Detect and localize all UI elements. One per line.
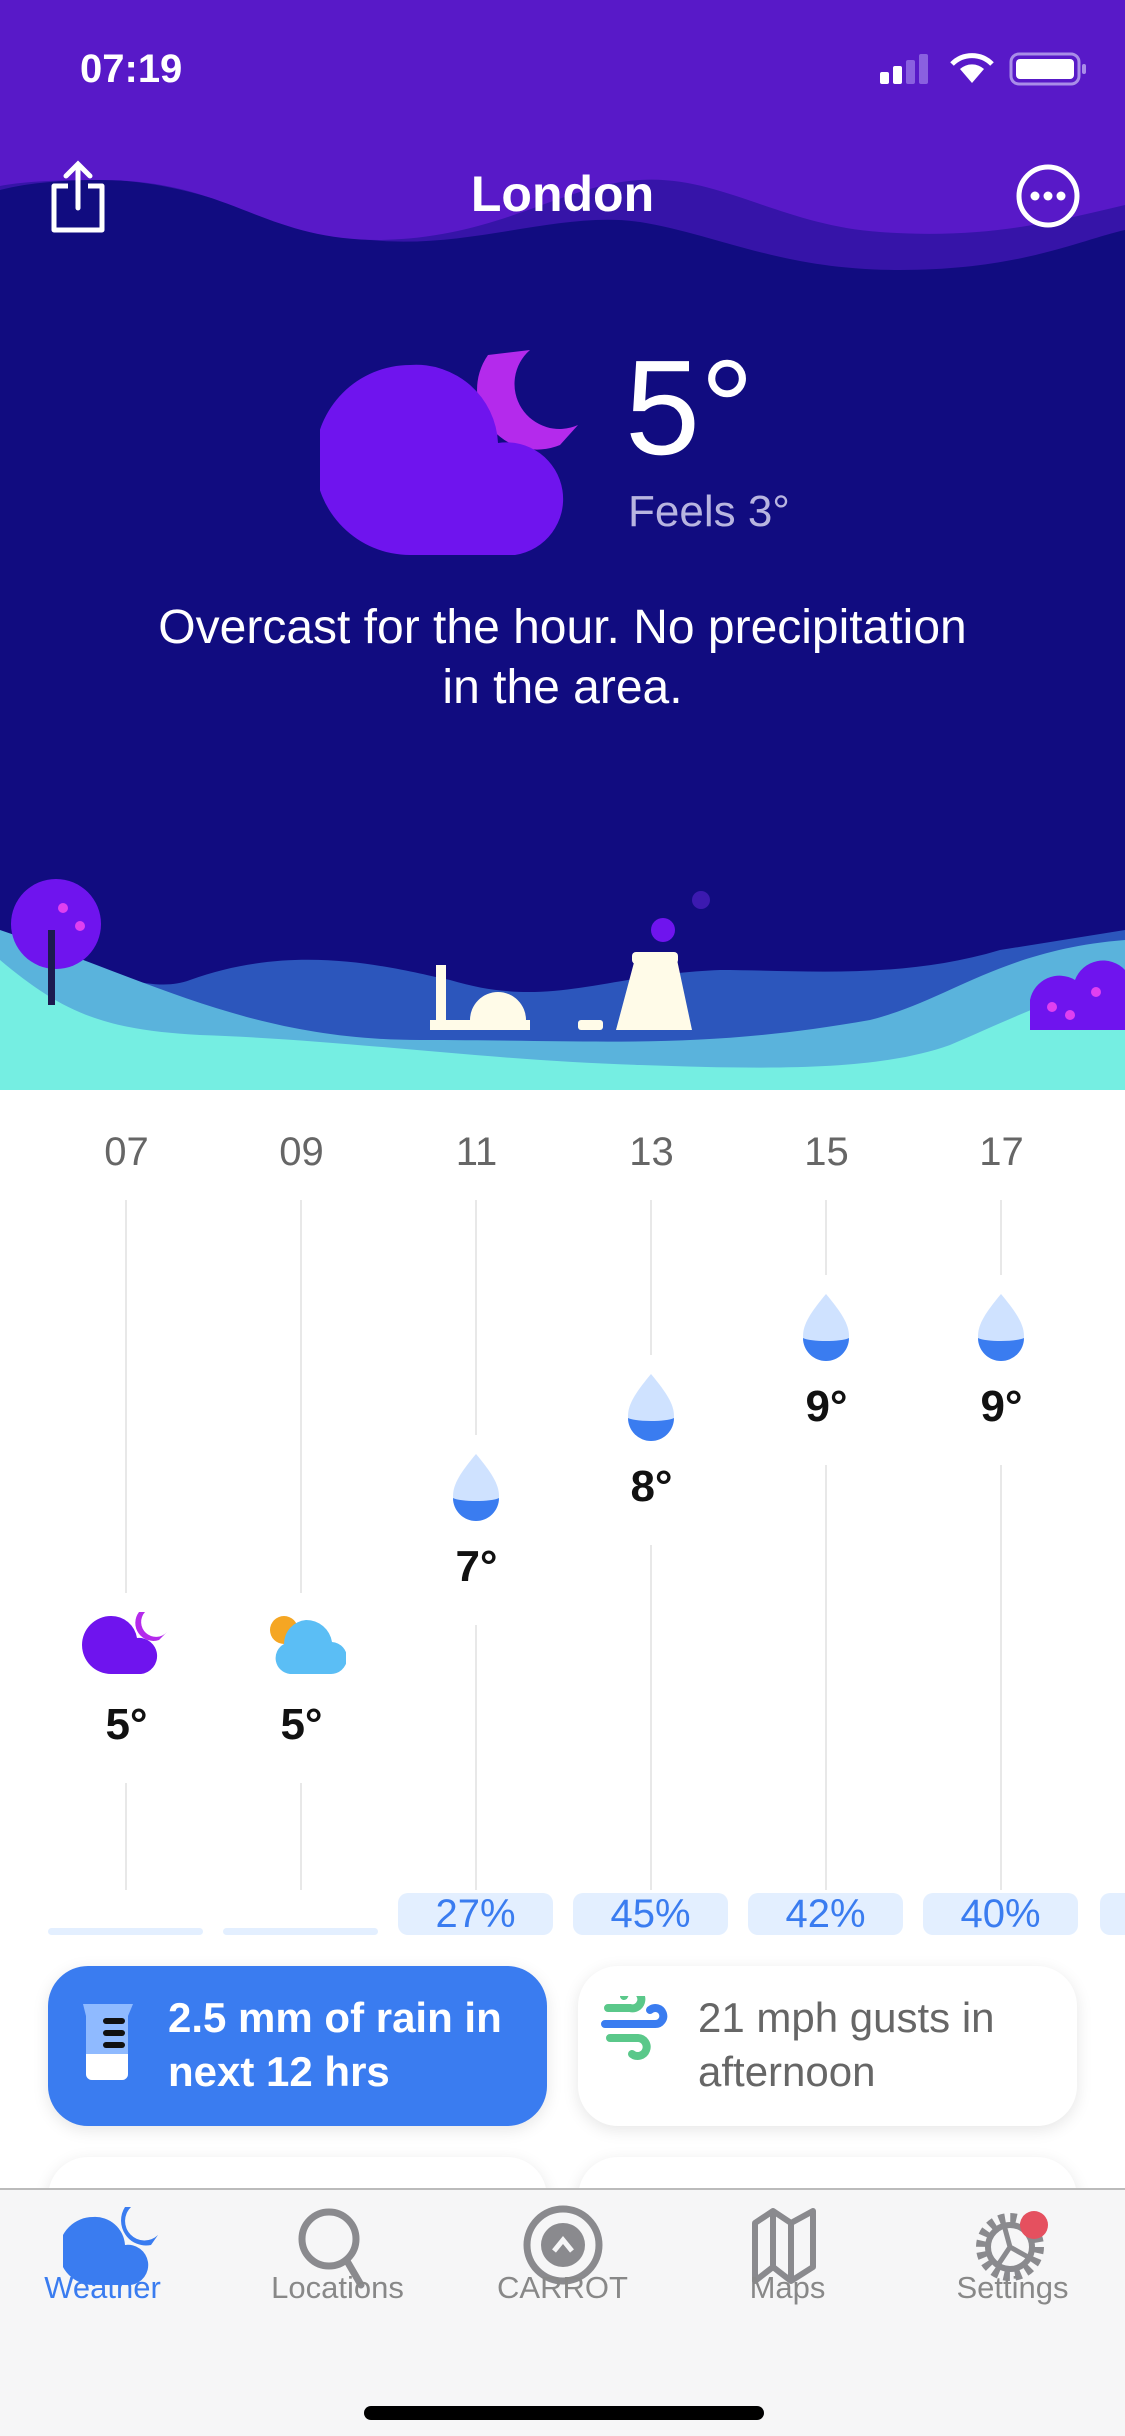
wind-icon <box>601 1996 668 2060</box>
timeline-line <box>125 1200 127 1593</box>
raindrop-icon <box>978 1294 1024 1361</box>
precip-chance: 45% <box>573 1893 728 1935</box>
status-time: 07:19 <box>80 47 183 91</box>
timeline-line <box>650 1545 652 1890</box>
tab-label: Maps <box>749 2270 826 2305</box>
timeline-line <box>300 1783 302 1890</box>
hour-label: 13 <box>629 1130 674 1174</box>
header-waves <box>0 0 1125 270</box>
cloud-moon-icon <box>320 350 578 555</box>
tab-settings[interactable]: Settings <box>900 2190 1125 2360</box>
hour-label: 09 <box>279 1130 324 1174</box>
hour-label: 17 <box>979 1130 1024 1174</box>
raindrop-icon <box>628 1374 674 1441</box>
timeline-line <box>825 1200 827 1275</box>
raindrop-icon <box>803 1294 849 1361</box>
hour-temperature: 5° <box>280 1700 323 1749</box>
timeline-line <box>300 1200 302 1593</box>
precip-chance-partial <box>1100 1893 1125 1935</box>
rain-total-card[interactable]: 2.5 mm of rain in next 12 hrs <box>48 1966 547 2126</box>
wind-gusts-text: 21 mph gusts in afternoon <box>698 1994 995 2095</box>
timeline-line <box>125 1783 127 1890</box>
hour-label: 11 <box>455 1130 498 1174</box>
weather-summary: Overcast for the hour. No precipitation … <box>158 601 967 714</box>
feels-like: Feels 3° <box>628 487 790 536</box>
precip-chance: 27% <box>398 1893 553 1935</box>
precip-chance: 40% <box>923 1893 1078 1935</box>
hour-label: 15 <box>804 1130 849 1174</box>
notification-badge <box>1019 2211 1048 2239</box>
tab-label: Locations <box>271 2270 404 2305</box>
rain-gauge-icon <box>83 2004 133 2080</box>
tab-label: CARROT <box>497 2270 628 2305</box>
timeline-line <box>475 1625 477 1890</box>
home-indicator[interactable] <box>364 2406 764 2420</box>
hour-temperature: 8° <box>630 1462 673 1511</box>
tab-bar: Weather Locations CARROT Maps Settings <box>0 2188 1125 2436</box>
ellipsis-circle-icon[interactable] <box>1015 163 1081 229</box>
precip-bar <box>223 1928 378 1935</box>
tab-maps[interactable]: Maps <box>675 2190 900 2360</box>
precip-bar <box>48 1928 203 1935</box>
hero-section: 07:19 London 5° Feels 3° Overcast for th… <box>0 0 1125 1090</box>
location-title: London <box>470 166 655 222</box>
current-temperature: 5° <box>625 332 755 483</box>
landscape-illustration <box>0 879 1125 1090</box>
tab-carrot[interactable]: CARROT <box>450 2190 675 2360</box>
hour-temperature: 7° <box>455 1542 498 1591</box>
wind-gusts-card[interactable]: 21 mph gusts in afternoon <box>578 1966 1077 2126</box>
tab-label: Weather <box>44 2270 161 2305</box>
tab-locations[interactable]: Locations <box>225 2190 450 2360</box>
tab-weather[interactable]: Weather <box>0 2190 225 2360</box>
hour-temperature: 9° <box>805 1382 848 1431</box>
cloud-sun-icon <box>270 1616 346 1675</box>
timeline-line <box>1000 1200 1002 1275</box>
timeline-line <box>1000 1465 1002 1890</box>
timeline-line <box>825 1465 827 1890</box>
precip-chance: 42% <box>748 1893 903 1935</box>
tab-label: Settings <box>956 2270 1069 2305</box>
status-icons <box>880 52 1086 86</box>
hour-temperature: 5° <box>105 1700 148 1749</box>
hour-label: 07 <box>104 1130 149 1174</box>
hour-temperature: 9° <box>980 1382 1023 1431</box>
timeline-line <box>650 1200 652 1355</box>
timeline-line <box>475 1200 477 1435</box>
rain-total-text: 2.5 mm of rain in next 12 hrs <box>168 1994 502 2095</box>
raindrop-icon <box>453 1454 499 1521</box>
cloud-moon-icon <box>82 1612 167 1674</box>
